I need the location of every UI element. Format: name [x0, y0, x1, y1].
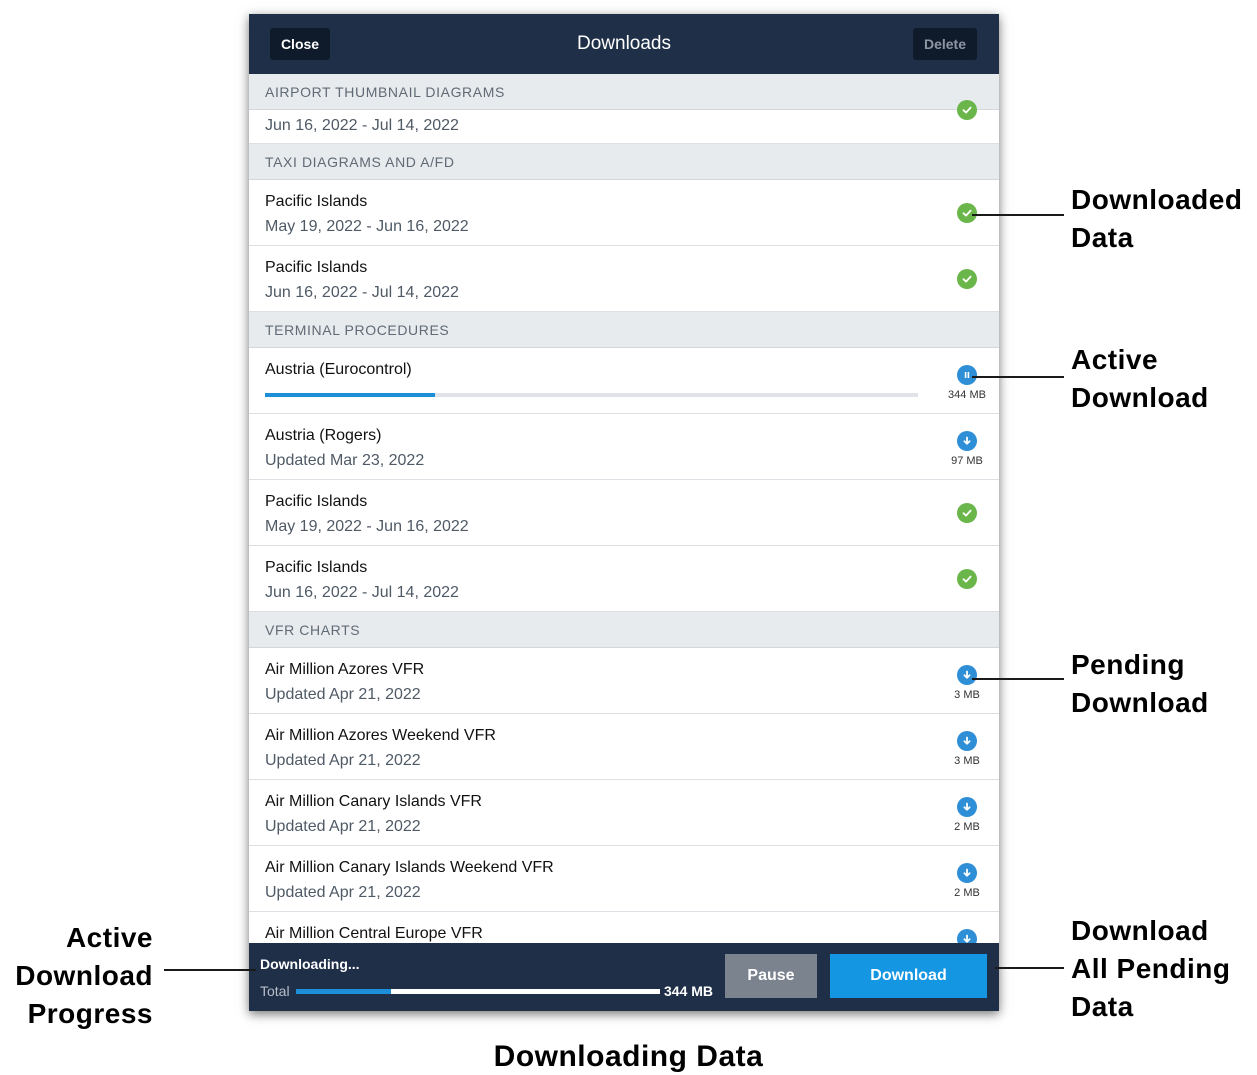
download-row[interactable]: Pacific Islands Jun 16, 2022 - Jul 14, 20…: [249, 546, 999, 612]
callout-active-download: Active Download: [1071, 344, 1209, 413]
leader-progress: [164, 969, 256, 971]
pause-icon[interactable]: [957, 365, 977, 385]
close-button[interactable]: Close: [270, 28, 330, 60]
delete-button[interactable]: Delete: [913, 28, 977, 60]
section-header: TAXI DIAGRAMS AND A/FD: [249, 144, 999, 180]
item-title: Air Million Central Europe VFR: [265, 925, 483, 942]
figure-caption: Downloading Data: [493, 1040, 764, 1073]
item-title: Austria (Eurocontrol): [265, 361, 412, 378]
downloading-status: Downloading...: [260, 956, 360, 972]
pause-button[interactable]: Pause: [725, 954, 817, 998]
item-subtitle: Updated Apr 21, 2022: [265, 818, 421, 835]
bottom-bar: Downloading... Total 344 MB Pause Downlo…: [249, 943, 999, 1011]
total-progress-fill: [296, 989, 391, 994]
callout-pending-download: Pending Download: [1071, 649, 1209, 718]
downloaded-check-icon: [957, 569, 977, 589]
downloaded-check-icon: [957, 503, 977, 523]
downloaded-check-icon: [957, 269, 977, 289]
item-title: Air Million Azores VFR: [265, 661, 425, 678]
download-arrow-icon[interactable]: [957, 863, 977, 883]
item-subtitle: Jun 16, 2022 - Jul 14, 2022: [265, 284, 459, 301]
item-title: Pacific Islands: [265, 193, 368, 210]
item-size: 2 MB: [954, 887, 980, 899]
item-subtitle: Updated Apr 21, 2022: [265, 884, 421, 901]
item-title: Pacific Islands: [265, 493, 368, 510]
item-subtitle: Updated Apr 21, 2022: [265, 752, 421, 769]
item-size: 2 MB: [954, 821, 980, 833]
download-arrow-icon[interactable]: [957, 797, 977, 817]
section-header: TERMINAL PROCEDURES: [249, 312, 999, 348]
download-row[interactable]: Pacific Islands May 19, 2022 - Jun 16, 20…: [249, 480, 999, 546]
item-size: 344 MB: [948, 389, 986, 401]
top-bar: Close Downloads Delete: [249, 14, 999, 74]
item-title: Pacific Islands: [265, 259, 368, 276]
download-row[interactable]: Air Million Central Europe VFR: [249, 912, 999, 943]
download-row[interactable]: Air Million Canary Islands Weekend VFR Up…: [249, 846, 999, 912]
download-row[interactable]: Austria (Eurocontrol) 344 MB: [249, 348, 999, 414]
downloads-panel: Close Downloads Delete AIRPORT THUMBNAIL…: [249, 14, 999, 1011]
total-progress-bar: [296, 989, 660, 994]
item-title: Austria (Rogers): [265, 427, 382, 444]
download-row[interactable]: Pacific Islands Jun 16, 2022 - Jul 14, 20…: [249, 246, 999, 312]
download-arrow-icon[interactable]: [957, 929, 977, 943]
item-subtitle: Jun 16, 2022 - Jul 14, 2022: [265, 117, 459, 134]
download-row[interactable]: Air Million Azores VFR Updated Apr 21, 20…: [249, 648, 999, 714]
item-size: 97 MB: [951, 455, 983, 467]
item-subtitle: Updated Apr 21, 2022: [265, 686, 421, 703]
downloaded-check-icon: [957, 100, 977, 120]
total-label: Total: [260, 983, 290, 999]
download-row[interactable]: Jun 16, 2022 - Jul 14, 2022: [249, 100, 999, 144]
item-progress-fill: [265, 393, 435, 397]
download-arrow-icon[interactable]: [957, 431, 977, 451]
download-row[interactable]: Air Million Azores Weekend VFR Updated Ap…: [249, 714, 999, 780]
download-row[interactable]: Austria (Rogers) Updated Mar 23, 2022 97 M…: [249, 414, 999, 480]
item-title: Air Million Canary Islands VFR: [265, 793, 482, 810]
leader-download-all: [995, 967, 1064, 969]
callout-download-all: Download All Pending Data: [1071, 915, 1231, 1022]
item-subtitle: Jun 16, 2022 - Jul 14, 2022: [265, 584, 459, 601]
downloaded-check-icon: [957, 203, 977, 223]
download-all-button[interactable]: Download: [830, 954, 987, 998]
item-size: 3 MB: [954, 689, 980, 701]
section-header: AIRPORT THUMBNAIL DIAGRAMS: [249, 74, 999, 110]
download-row[interactable]: Pacific Islands May 19, 2022 - Jun 16, 20…: [249, 180, 999, 246]
callout-active-progress: Active Download Progress: [15, 922, 153, 1029]
item-title: Air Million Canary Islands Weekend VFR: [265, 859, 554, 876]
total-size: 344 MB: [664, 983, 714, 999]
item-title: Air Million Azores Weekend VFR: [265, 727, 496, 744]
item-subtitle: May 19, 2022 - Jun 16, 2022: [265, 218, 469, 235]
leader-active: [972, 376, 1064, 378]
leader-pending: [972, 678, 1064, 680]
leader-downloaded: [972, 214, 1064, 216]
item-progress-bar: [265, 393, 918, 397]
page-title: Downloads: [577, 33, 671, 54]
item-subtitle: Updated Mar 23, 2022: [265, 452, 425, 469]
section-header: VFR CHARTS: [249, 612, 999, 648]
item-title: Pacific Islands: [265, 559, 368, 576]
download-arrow-icon[interactable]: [957, 731, 977, 751]
item-size: 3 MB: [954, 755, 980, 767]
callout-downloaded-data: Downloaded Data: [1071, 184, 1243, 253]
download-arrow-icon[interactable]: [957, 665, 977, 685]
downloads-list[interactable]: AIRPORT THUMBNAIL DIAGRAMS Jun 16, 2022 -…: [249, 74, 999, 943]
download-row[interactable]: Air Million Canary Islands VFR Updated Ap…: [249, 780, 999, 846]
item-subtitle: May 19, 2022 - Jun 16, 2022: [265, 518, 469, 535]
